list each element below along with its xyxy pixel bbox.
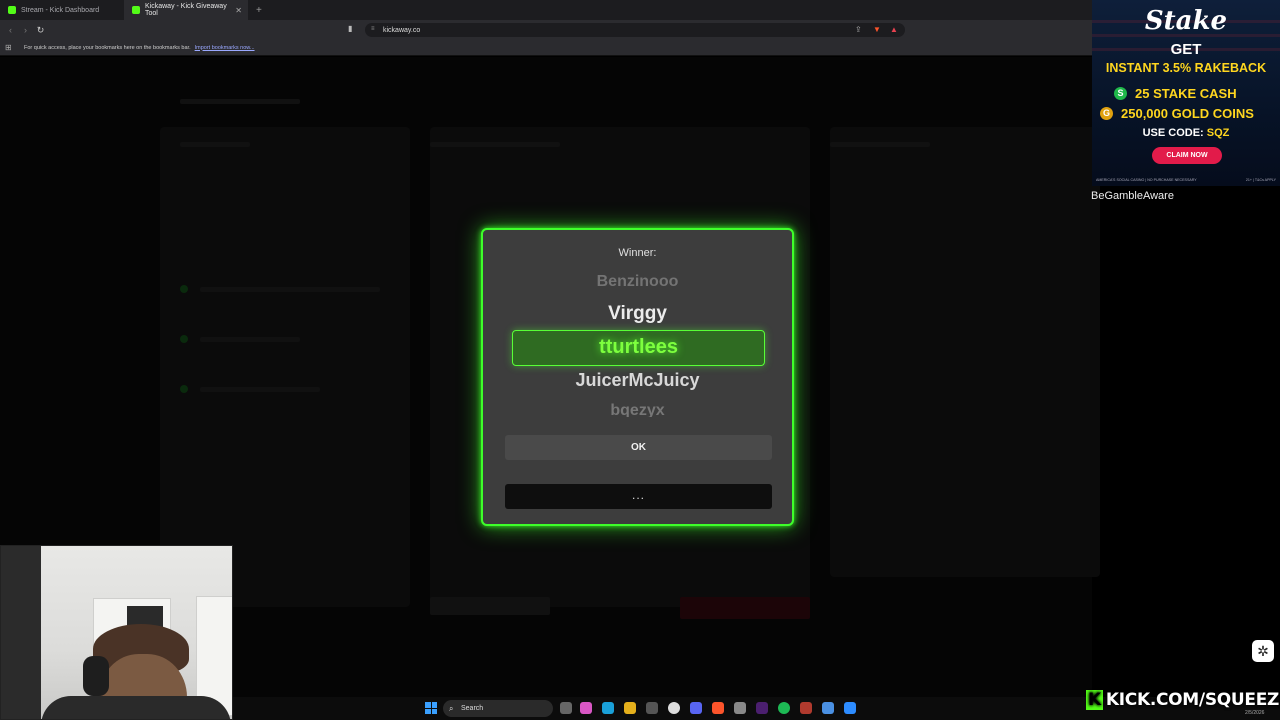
windows-start-icon[interactable] [425,702,437,714]
close-tab-icon[interactable]: ✕ [235,6,242,15]
panel-title-placeholder [180,142,250,147]
url-text: kickaway.co [383,26,421,34]
kick-channel-tag: K KICK.COM/SQUEEZE [1086,690,1280,710]
roll-name: Benzinooo [596,273,679,287]
app-icon[interactable] [756,702,768,714]
file-explorer-icon[interactable] [624,702,636,714]
setting-text-placeholder [200,387,320,392]
toggle-placeholder [180,335,188,343]
settings-icon[interactable] [734,702,746,714]
person-shirt [41,696,231,719]
task-view-icon[interactable] [560,702,572,714]
winners-panel [830,127,1100,577]
browser-tab-bar: Stream - Kick Dashboard Kickaway - Kick … [0,0,1092,20]
panel-title-placeholder [430,142,560,147]
headset [83,656,109,696]
apps-grid-icon[interactable]: ⊞ [5,43,14,52]
store-icon[interactable] [646,702,658,714]
forward-icon[interactable]: › [18,25,33,35]
kickaway-favicon-icon [132,6,140,14]
copilot-icon[interactable] [580,702,592,714]
winner-name: tturtlees [599,336,678,358]
brave-shield-icon[interactable]: ▼ [873,25,881,34]
toggle-placeholder [180,285,188,293]
roll-name: Virggy [608,303,667,324]
setting-text-placeholder [200,337,300,342]
red-button-placeholder [680,597,810,619]
ad-gold-coins: G 250,000 GOLD COINS [1100,106,1254,121]
ad-code-value: SQZ [1206,127,1230,139]
gold-coin-icon: G [1100,107,1113,120]
stake-ad[interactable]: Stake GET INSTANT 3.5% RAKEBACK S 25 STA… [1092,0,1280,186]
roll-name: bqezyx [610,402,665,417]
chair-back [1,546,41,719]
gamble-aware-text: BeGambleAware [1091,190,1174,202]
tab-kickaway[interactable]: Kickaway - Kick Giveaway Tool ✕ [124,0,248,20]
tab-label: Stream - Kick Dashboard [21,6,100,14]
discord-icon[interactable] [690,702,702,714]
import-bookmarks-link[interactable]: Import bookmarks now... [195,45,255,51]
taskbar-search-label: Search [461,705,484,712]
selected-winner: tturtlees [512,330,765,366]
new-tab-button[interactable]: + [248,5,270,16]
brave-icon[interactable] [712,702,724,714]
claim-now-button[interactable]: CLAIM NOW [1152,147,1222,164]
bookmarks-hint: For quick access, place your bookmarks h… [24,44,191,51]
ad-fine-print: AMERICA'S SOCIAL CASINO | NO PURCHASE NE… [1096,178,1276,182]
chatgpt-icon[interactable]: ✲ [1252,640,1274,662]
kick-url: KICK.COM/SQUEEZE [1105,690,1280,710]
ad-rakeback: INSTANT 3.5% RAKEBACK [1105,61,1267,75]
webcam-feed [0,545,233,720]
ad-fine-right: 21+ | T&Cs APPLY [1245,178,1276,182]
ad-fine-left: AMERICA'S SOCIAL CASINO | NO PURCHASE NE… [1096,178,1197,182]
app-icon[interactable] [844,702,856,714]
ad-stake-cash-text: 25 STAKE CASH [1135,86,1237,101]
site-info-icon[interactable]: ≡ [371,26,375,32]
notepad-icon[interactable] [822,702,834,714]
tab-label: Kickaway - Kick Giveaway Tool [145,3,227,17]
bookmarks-bar: ⊞ For quick access, place your bookmarks… [0,40,1092,56]
obs-icon[interactable] [800,702,812,714]
more-options-button[interactable]: ... [505,484,772,509]
search-icon: ⌕ [449,704,454,713]
taskbar-date: 2/5/2026 [1245,710,1265,716]
ad-headline: GET [1170,41,1202,58]
panel-title-placeholder [830,142,930,147]
ad-code: USE CODE: SQZ [1092,127,1280,139]
bookmark-icon[interactable]: ▮ [348,24,352,33]
ok-button[interactable]: OK [505,435,772,460]
setting-text-placeholder [200,287,380,292]
reload-icon[interactable]: ↻ [33,25,48,36]
taskbar-search[interactable]: ⌕ Search [443,700,553,717]
ad-gold-coins-text: 250,000 GOLD COINS [1121,106,1254,121]
address-bar-row: ‹ › ↻ ▮ ≡ kickaway.co ⇪ ▼ ▲ [0,20,1092,40]
page-header-placeholder [180,99,300,104]
share-icon[interactable]: ⇪ [855,25,862,34]
spotify-icon[interactable] [778,702,790,714]
chrome-icon[interactable] [668,702,680,714]
tab-kick-dashboard[interactable]: Stream - Kick Dashboard [0,0,124,20]
ad-code-label: USE CODE: [1142,127,1204,139]
toggle-placeholder [180,385,188,393]
settings-panel [160,127,410,607]
screen: Stream - Kick Dashboard Kickaway - Kick … [0,0,1280,720]
brave-rewards-icon[interactable]: ▲ [890,25,898,34]
winner-label: Winner: [618,247,657,259]
kick-favicon-icon [8,6,16,14]
stake-cash-coin-icon: S [1114,87,1127,100]
ad-stake-cash: S 25 STAKE CASH [1114,86,1237,101]
edge-icon[interactable] [602,702,614,714]
button-placeholder [430,597,550,615]
url-field[interactable]: ≡ kickaway.co ⇪ ▼ ▲ [365,23,905,37]
stake-logo: Stake [1144,6,1228,36]
kick-logo: K [1086,690,1103,710]
roll-name: JuicerMcJuicy [575,370,700,390]
winner-modal: Winner: Benzinooo Virggy tturtlees Juice… [481,228,794,526]
back-icon[interactable]: ‹ [3,25,18,35]
